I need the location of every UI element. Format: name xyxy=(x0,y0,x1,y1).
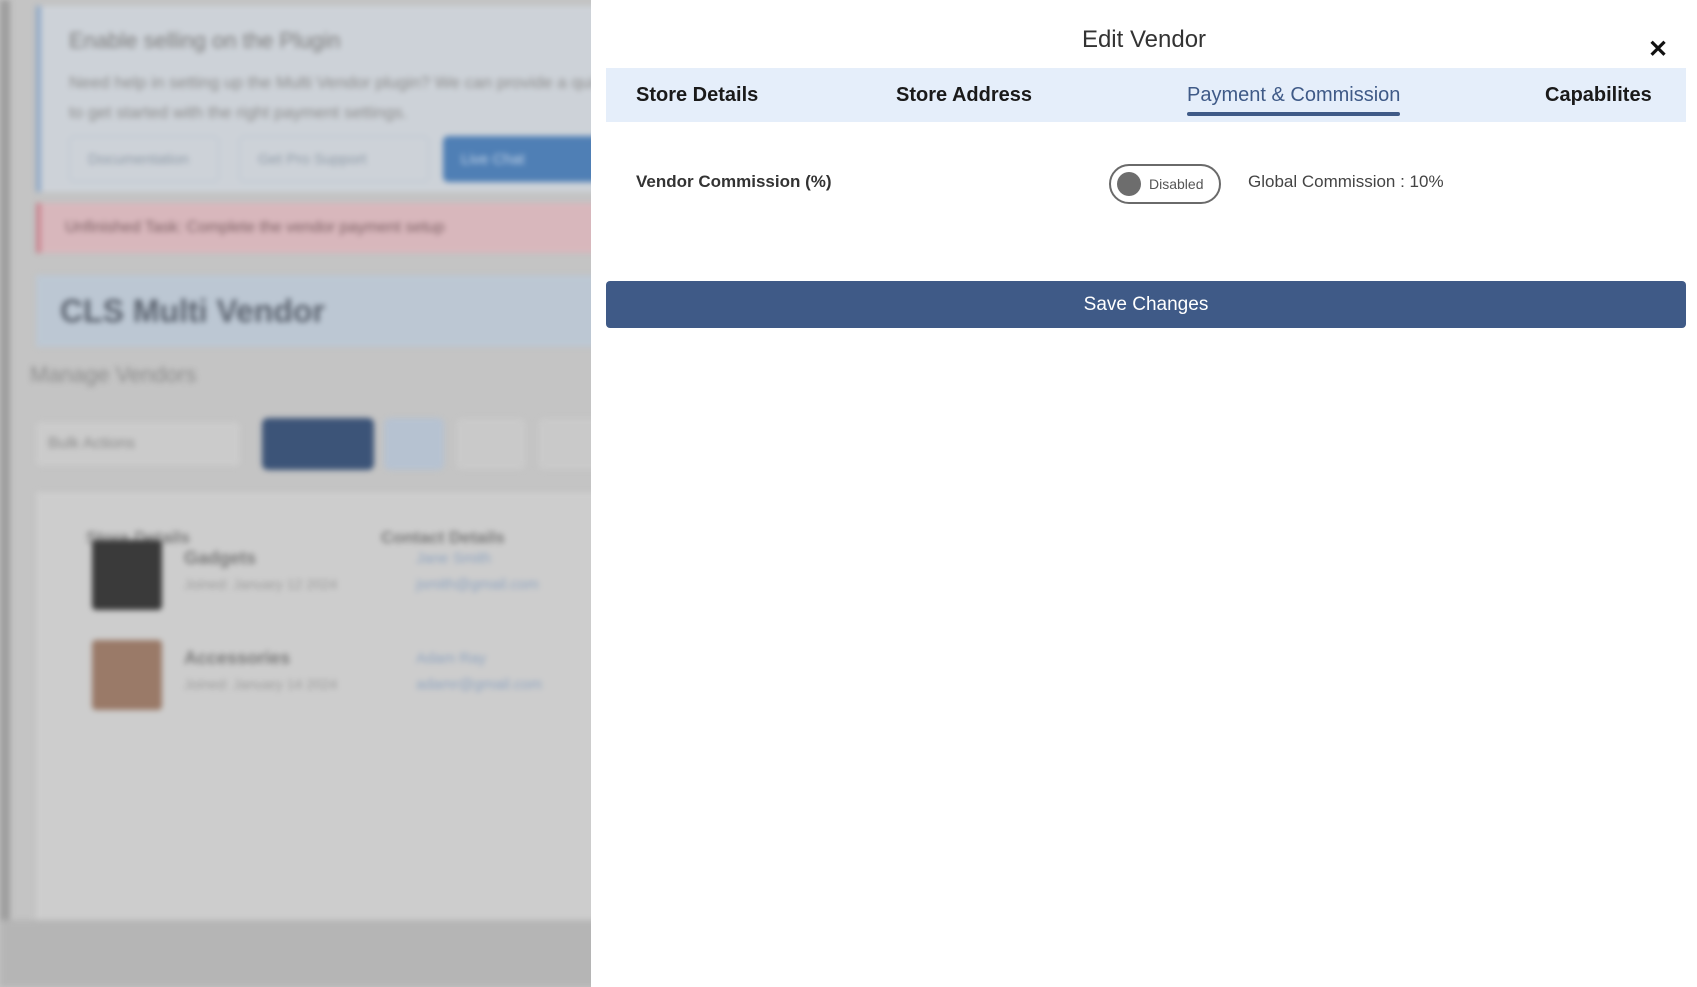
background-filter-chip xyxy=(384,418,444,470)
background-page: Enable selling on the Plugin Need help i… xyxy=(0,0,591,987)
background-filter-chip xyxy=(456,418,526,470)
background-vendor-sub: Joined: January 14 2024 xyxy=(184,676,338,692)
background-sidebar xyxy=(0,0,10,987)
tab-payment-commission[interactable]: Payment & Commission xyxy=(1187,68,1401,122)
background-filter-chip xyxy=(262,418,374,470)
tab-payment-commission-label: Payment & Commission xyxy=(1187,83,1401,106)
close-icon[interactable]: ✕ xyxy=(1645,36,1671,63)
background-error-banner: Unfinished Task: Complete the vendor pay… xyxy=(36,203,591,253)
background-vendor-email: jsmith@gmail.com xyxy=(416,576,539,593)
background-table-header: Contact Details xyxy=(381,528,505,547)
background-vendor-image xyxy=(92,540,162,610)
vendor-commission-toggle[interactable]: Disabled xyxy=(1109,164,1221,204)
background-footer xyxy=(0,920,591,987)
background-vendor-table: Store Details Contact Details Gadgets Jo… xyxy=(36,492,591,922)
background-vendor-name: Accessories xyxy=(184,648,291,668)
active-tab-indicator xyxy=(1187,112,1401,116)
background-vendor-image xyxy=(92,640,162,710)
background-header: CLS Multi Vendor xyxy=(36,275,591,347)
drawer-title: Edit Vendor xyxy=(1081,26,1207,53)
tab-bar: Store Details Store Address Payment & Co… xyxy=(606,68,1686,122)
background-notice-title: Enable selling on the Plugin xyxy=(69,28,341,53)
tab-capabilities[interactable]: Capabilites xyxy=(1545,68,1652,122)
background-vendor-name: Gadgets xyxy=(184,548,257,568)
background-subtitle: Manage Vendors xyxy=(30,362,197,387)
background-header-title: CLS Multi Vendor xyxy=(60,293,325,329)
background-notice-button: Live Chat xyxy=(443,136,591,182)
edit-vendor-drawer: Edit Vendor ✕ Store Details Store Addres… xyxy=(591,0,1697,987)
background-notice-button: Get Pro Support xyxy=(239,136,429,182)
tab-store-address[interactable]: Store Address xyxy=(896,68,1032,122)
background-notice-button: Documentation xyxy=(69,136,219,182)
background-vendor-email: adamr@gmail.com xyxy=(416,676,543,693)
background-notice-text: Need help in setting up the Multi Vendor… xyxy=(69,73,591,122)
background-bulk-select: Bulk Actions xyxy=(36,422,240,466)
global-commission-text: Global Commission : 10% xyxy=(1248,172,1444,191)
background-vendor-contact: Jane Smith xyxy=(416,550,492,567)
toggle-state-label: Disabled xyxy=(1149,176,1204,192)
toggle-knob xyxy=(1117,172,1141,196)
save-changes-button[interactable]: Save Changes xyxy=(606,281,1686,328)
vendor-commission-label: Vendor Commission (%) xyxy=(636,172,832,191)
background-notice: Enable selling on the Plugin Need help i… xyxy=(36,6,591,192)
background-vendor-contact: Adam Ray xyxy=(416,650,487,667)
tab-store-details[interactable]: Store Details xyxy=(636,68,758,122)
background-content: Enable selling on the Plugin Need help i… xyxy=(0,0,591,987)
background-filter-chip xyxy=(538,418,591,470)
background-vendor-sub: Joined: January 12 2024 xyxy=(184,576,338,592)
